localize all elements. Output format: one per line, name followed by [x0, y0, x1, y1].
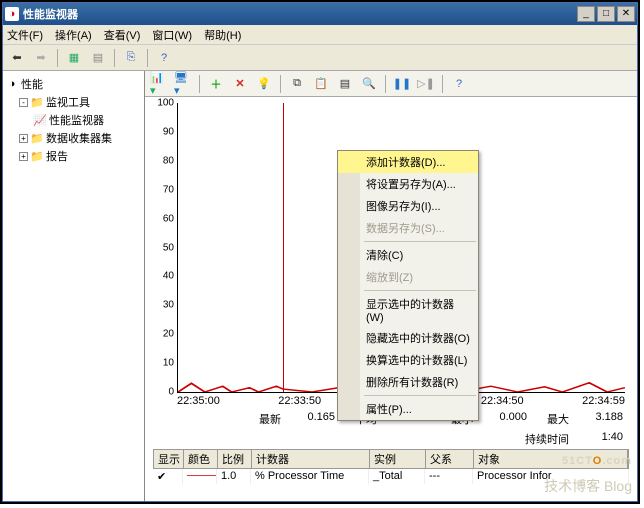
menu-clear[interactable]: 清除(C) — [338, 244, 478, 266]
menu-remove-all[interactable]: 删除所有计数器(R) — [338, 371, 478, 393]
tree-reports[interactable]: +📁报告 — [19, 147, 142, 165]
legend-row[interactable]: ✔ ──── 1.0 % Processor Time _Total --- P… — [153, 469, 629, 484]
main-toolbar: ⬅ ➡ ▦ ▤ ⎘ ? — [3, 45, 637, 71]
menu-save-data: 数据另存为(S)... — [338, 217, 478, 239]
properties-icon[interactable]: ▤ — [88, 48, 108, 68]
menu-help[interactable]: 帮助(H) — [204, 27, 241, 43]
app-icon: ◑ — [5, 7, 19, 21]
paste-icon[interactable]: 📋 — [311, 74, 331, 94]
delete-icon[interactable]: ✕ — [230, 74, 250, 94]
menu-view[interactable]: 查看(V) — [104, 27, 141, 43]
menu-window[interactable]: 窗口(W) — [152, 27, 192, 43]
stats-row-2: 持续时间1:40 — [153, 431, 629, 447]
back-icon[interactable]: ⬅ — [7, 48, 27, 68]
tree-collector-sets[interactable]: +📁数据收集器集 — [19, 129, 142, 147]
view-type-icon[interactable]: 📊▾ — [149, 74, 169, 94]
copy-icon[interactable]: ⧉ — [287, 74, 307, 94]
help-icon[interactable]: ? — [154, 48, 174, 68]
menu-show-selected[interactable]: 显示选中的计数器(W) — [338, 293, 478, 327]
titlebar: ◑ 性能监视器 _ □ ✕ — [3, 3, 637, 25]
freeze-icon[interactable]: ❚❚ — [392, 74, 412, 94]
time-cursor — [283, 103, 284, 392]
props-icon[interactable]: ▤ — [335, 74, 355, 94]
show-hide-tree-icon[interactable]: ▦ — [64, 48, 84, 68]
maximize-button[interactable]: □ — [597, 6, 615, 22]
menu-save-image[interactable]: 图像另存为(I)... — [338, 195, 478, 217]
minimize-button[interactable]: _ — [577, 6, 595, 22]
export-icon[interactable]: ⎘ — [121, 48, 141, 68]
context-menu: 添加计数器(D)... 将设置另存为(A)... 图像另存为(I)... 数据另… — [337, 150, 479, 421]
chart-toolbar: 📊▾ 🖥▾ ＋ ✕ 💡 ⧉ 📋 ▤ 🔍 ❚❚ ▷❚ ? — [145, 71, 637, 97]
menu-scale-selected[interactable]: 换算选中的计数器(L) — [338, 349, 478, 371]
menu-properties[interactable]: 属性(P)... — [338, 398, 478, 420]
tree-perf-monitor[interactable]: 📈性能监视器 — [33, 111, 142, 129]
zoom-icon[interactable]: 🔍 — [359, 74, 379, 94]
menu-action[interactable]: 操作(A) — [55, 27, 92, 43]
forward-icon[interactable]: ➡ — [31, 48, 51, 68]
window-title: 性能监视器 — [23, 6, 575, 22]
update-icon[interactable]: ▷❚ — [416, 74, 436, 94]
add-icon[interactable]: ＋ — [206, 74, 226, 94]
menu-zoom-to: 缩放到(Z) — [338, 266, 478, 288]
menu-add-counter[interactable]: 添加计数器(D)... — [338, 151, 478, 173]
help2-icon[interactable]: ? — [449, 74, 469, 94]
legend-header: 显示 颜色 比例 计数器 实例 父系 对象 — [153, 449, 629, 469]
menu-hide-selected[interactable]: 隐藏选中的计数器(O) — [338, 327, 478, 349]
menubar: 文件(F) 操作(A) 查看(V) 窗口(W) 帮助(H) — [3, 25, 637, 45]
tree-monitor-tools[interactable]: -📁监视工具 — [19, 93, 142, 111]
view-log-icon[interactable]: 🖥▾ — [173, 74, 193, 94]
tree-root[interactable]: ◑性能 — [5, 75, 142, 93]
close-button[interactable]: ✕ — [617, 6, 635, 22]
menu-file[interactable]: 文件(F) — [7, 27, 43, 43]
nav-tree: ◑性能 -📁监视工具 📈性能监视器 +📁数据收集器集 +📁报告 — [3, 71, 145, 501]
menu-save-settings[interactable]: 将设置另存为(A)... — [338, 173, 478, 195]
highlight-icon[interactable]: 💡 — [254, 74, 274, 94]
